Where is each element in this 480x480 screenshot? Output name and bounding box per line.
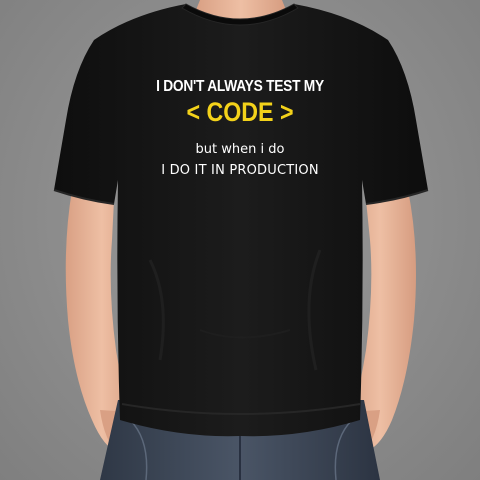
product-photo: I DON'T ALWAYS TEST MY < CODE > but when…: [0, 0, 480, 480]
print-line-code: < CODE >: [186, 97, 294, 127]
print-line-4: I DO IT IN PRODUCTION: [161, 163, 319, 178]
print-line-3: but when i do: [195, 142, 285, 157]
print-line-1: I DON'T ALWAYS TEST MY: [156, 78, 324, 95]
model-illustration: [53, 0, 429, 480]
